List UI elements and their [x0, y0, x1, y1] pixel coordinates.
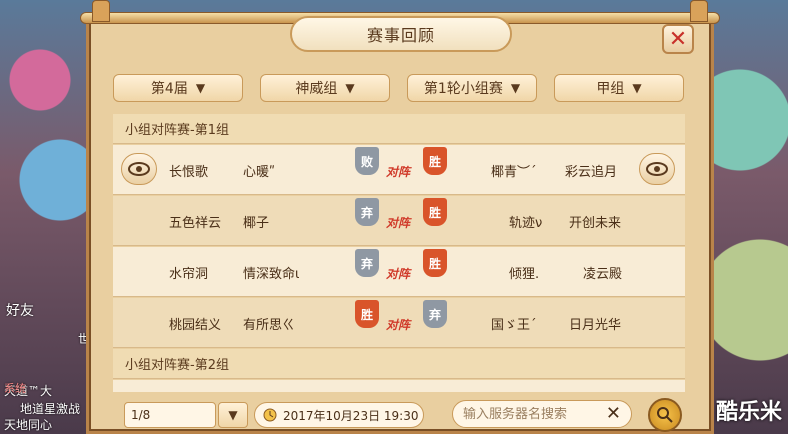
- bottom-bar: 1/8 ▼ 2017年10月23日 19:30 ✕: [112, 396, 690, 434]
- match-list[interactable]: 小组对阵赛-第1组 长恨歌 心暖ʺ 败 对阵 胜 椰青︶ˊ 彩云追月 五色祥云 …: [113, 114, 685, 392]
- right-team: 凌云殿: [583, 266, 623, 282]
- division-dropdown[interactable]: 甲组 ▼: [554, 74, 684, 102]
- search-button[interactable]: [648, 398, 682, 432]
- season-value: 第4届: [150, 81, 188, 97]
- left-team: 五色祥云: [169, 215, 222, 231]
- eye-icon: [646, 162, 668, 176]
- left-result-badge: 弃: [355, 198, 379, 226]
- right-player: 椰青︶ˊ: [491, 164, 537, 180]
- vs-label: 对阵: [386, 165, 411, 179]
- left-player: 心暖ʺ: [243, 164, 275, 180]
- left-player: 情深致命ι: [243, 266, 300, 282]
- right-player: 轨迹ν: [509, 215, 543, 231]
- left-result-badge: 胜: [355, 300, 379, 328]
- chevron-down-icon: ▼: [195, 81, 206, 95]
- friends-button[interactable]: 好友: [6, 300, 34, 320]
- left-team: 长恨歌: [169, 164, 209, 180]
- title-plate: 赛事回顾: [290, 16, 512, 52]
- division-value: 甲组: [596, 81, 625, 97]
- group-type-dropdown[interactable]: 神威组 ▼: [260, 74, 390, 102]
- vs-label: 对阵: [386, 267, 411, 281]
- watermark-logo: 酷乐米: [715, 400, 782, 425]
- match-row: [113, 380, 685, 392]
- date-display: 2017年10月23日 19:30: [254, 402, 424, 428]
- right-team: 彩云追月: [565, 164, 618, 180]
- close-icon: ✕: [668, 26, 688, 52]
- page-indicator[interactable]: 1/8: [124, 402, 216, 428]
- right-result-badge: 胜: [423, 198, 447, 226]
- page-dropdown-button[interactable]: ▼: [218, 402, 248, 428]
- left-result-badge: 败: [355, 147, 379, 175]
- clock-icon: [263, 408, 277, 422]
- right-team: 开创未来: [569, 215, 622, 231]
- left-team: 水帘洞: [169, 266, 209, 282]
- group-header: 小组对阵赛-第2组: [113, 349, 685, 379]
- page-value: 1/8: [131, 408, 151, 422]
- right-player: 倾狸.: [509, 266, 540, 282]
- search-input[interactable]: [463, 406, 593, 422]
- match-row: 长恨歌 心暖ʺ 败 对阵 胜 椰青︶ˊ 彩云追月: [113, 145, 685, 195]
- search-icon: [657, 407, 673, 423]
- clear-icon[interactable]: ✕: [606, 403, 621, 424]
- left-result-badge: 弃: [355, 249, 379, 277]
- eye-icon: [128, 162, 150, 176]
- left-player: 椰子: [243, 215, 270, 231]
- system-tag: 系统: [4, 382, 26, 395]
- right-result-badge: 弃: [423, 300, 447, 328]
- left-player: 有所思ㄍ: [243, 317, 296, 333]
- round-value: 第1轮小组赛: [423, 81, 503, 97]
- close-button[interactable]: ✕: [662, 24, 694, 54]
- match-row: 桃园结义 有所思ㄍ 胜 对阵 弃 国ゞ王ˊ 日月光华: [113, 298, 685, 348]
- chevron-down-icon: ▼: [228, 408, 238, 422]
- chat-line: 天地同心: [4, 418, 53, 432]
- match-row: 水帘洞 情深致命ι 弃 对阵 胜 倾狸. 凌云殿: [113, 247, 685, 297]
- chevron-down-icon: ▼: [632, 81, 642, 95]
- group-header: 小组对阵赛-第1组: [113, 114, 685, 144]
- right-team: 日月光华: [569, 317, 622, 333]
- left-team: 桃园结义: [169, 317, 222, 333]
- season-dropdown[interactable]: 第4届 ▼: [113, 74, 243, 102]
- right-result-badge: 胜: [423, 147, 447, 175]
- round-dropdown[interactable]: 第1轮小组赛 ▼: [407, 74, 537, 102]
- server-search: ✕: [452, 400, 632, 428]
- chevron-down-icon: ▼: [345, 81, 355, 95]
- panel-title: 赛事回顾: [366, 26, 435, 45]
- replay-button-left[interactable]: [121, 153, 157, 185]
- vs-label: 对阵: [386, 216, 411, 230]
- match-row: 五色祥云 椰子 弃 对阵 胜 轨迹ν 开创未来: [113, 196, 685, 246]
- chevron-down-icon: ▼: [510, 81, 521, 95]
- right-result-badge: 胜: [423, 249, 447, 277]
- group-type-value: 神威组: [295, 81, 338, 97]
- chat-line: 地道星激战: [20, 402, 81, 416]
- rail-post-left: [92, 0, 110, 22]
- replay-button-right[interactable]: [639, 153, 675, 185]
- right-player: 国ゞ王ˊ: [491, 317, 537, 333]
- date-value: 2017年10月23日 19:30: [283, 408, 419, 423]
- rail-post-right: [690, 0, 708, 22]
- vs-label: 对阵: [386, 318, 411, 332]
